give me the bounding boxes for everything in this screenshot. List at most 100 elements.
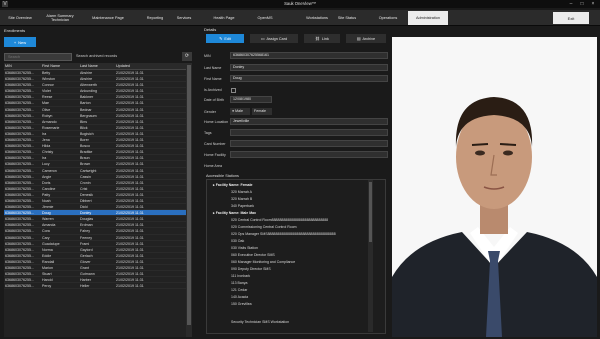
tree-item[interactable]: Security Technician SMS Workstation — [231, 320, 289, 324]
tree-item[interactable]: 111 Ironbark — [231, 274, 250, 278]
exit-button[interactable]: Exit — [553, 12, 589, 24]
is-archived-checkbox[interactable] — [231, 88, 236, 93]
gender-female-radio[interactable]: Female — [252, 108, 272, 115]
cell-min: 6368603076255... — [5, 89, 34, 94]
cell-updated: 21/02/2019 11:31 — [116, 125, 144, 130]
cell-updated: 21/02/2019 11:31 — [116, 247, 144, 252]
tree-item[interactable]: 030 Oak — [231, 239, 244, 243]
cell-first-name: Amanda — [42, 223, 56, 228]
dob-field[interactable]: 12/08/1980 — [230, 96, 272, 103]
cell-updated: 21/02/2019 11:31 — [116, 253, 144, 258]
window-title: Sauk OneView™ — [284, 1, 316, 6]
tab-administration[interactable]: Administration — [408, 11, 448, 25]
tab-reporting[interactable]: Reporting — [136, 11, 174, 25]
tree-item[interactable]: 020 Central Control Room8888888888888888… — [231, 218, 328, 222]
tab-alarm-summary[interactable]: Alarm Summary Technician — [40, 11, 80, 25]
tab-maintenance[interactable]: Maintenance Page — [82, 11, 134, 25]
gender-male-radio[interactable]: ● Male — [230, 108, 250, 115]
min-field[interactable]: 636860307625568161 — [230, 52, 388, 59]
cell-updated: 21/02/2019 11:31 — [116, 259, 144, 264]
tree-item[interactable]: 060 Executive Director SMS — [231, 253, 275, 257]
first-name-label: First Name — [204, 77, 222, 81]
tree-item[interactable]: 113 Banya — [231, 281, 247, 285]
cell-updated: 21/02/2019 11:31 — [116, 101, 144, 106]
tree-group-male-max[interactable]: ▸ Facility Name: Male Max — [213, 211, 256, 215]
last-name-field[interactable]: Donley — [230, 64, 388, 71]
table-row[interactable]: 6368603076255... Percy Heller 21/02/2019 11… — [4, 283, 186, 290]
column-header-last-name[interactable]: Last Name — [79, 63, 115, 69]
tab-openms[interactable]: OpenMS — [252, 11, 278, 25]
tree-item[interactable]: 121 Cedar — [231, 288, 247, 292]
cell-first-name: Stuart — [42, 272, 52, 277]
close-icon[interactable]: × — [588, 0, 598, 8]
search-input[interactable] — [4, 53, 72, 61]
table-scrollbar[interactable] — [186, 63, 192, 337]
cell-last-name: Frami — [80, 241, 90, 246]
tab-operations[interactable]: Operations — [368, 11, 408, 25]
cell-updated: 21/02/2019 11:31 — [116, 180, 144, 185]
tree-item[interactable]: 020 Commissioning Central Control Room — [231, 225, 297, 229]
column-header-min[interactable]: MIN — [4, 63, 41, 69]
tab-site-status[interactable]: Site Status — [328, 11, 366, 25]
tree-item[interactable]: 320 Marrah B — [231, 197, 252, 201]
archive-button[interactable]: ▤ Archive — [346, 34, 386, 43]
cell-min: 6368603076255... — [5, 284, 34, 289]
home-facility-field[interactable] — [230, 151, 388, 158]
cell-last-name: Bergnaum — [80, 113, 97, 118]
maximize-icon[interactable]: □ — [577, 0, 587, 8]
cell-updated: 21/02/2019 11:31 — [116, 131, 144, 136]
assign-card-button[interactable]: ▭ Assign Card — [250, 34, 298, 43]
cell-last-name: Donley — [80, 211, 92, 216]
accessible-stations-header: Accessible Stations — [206, 174, 239, 178]
tree-group-label: Facility Name: Female — [215, 183, 253, 187]
search-archived-toggle[interactable]: Search archived records — [76, 54, 117, 58]
cell-updated: 21/02/2019 11:31 — [116, 168, 144, 173]
tree-item[interactable]: 060 Manager Monitoring and Compliance — [231, 260, 295, 264]
cell-last-name: Erdman — [80, 223, 93, 228]
tree-item[interactable]: 320 Marrah A — [231, 190, 252, 194]
cell-min: 6368603076255... — [5, 138, 34, 143]
column-header-first-name[interactable]: First Name — [41, 63, 79, 69]
cell-first-name: Patty — [42, 192, 51, 197]
home-location-field[interactable]: Jewellville — [230, 118, 388, 125]
cell-first-name: Olive — [42, 107, 51, 112]
cell-min: 6368603076255... — [5, 211, 34, 216]
cell-last-name: Crist — [80, 186, 88, 191]
dob-label: Date of Birth — [204, 98, 224, 102]
tree-item[interactable]: 020 Ops Manager SMS888888888888888888888… — [231, 232, 336, 236]
tree-item[interactable]: 030 Visits Station — [231, 246, 258, 250]
link-button[interactable]: ⛓ Link — [304, 34, 340, 43]
cell-last-name: Dibbert — [80, 198, 92, 203]
new-enrollment-button[interactable]: + New — [4, 37, 36, 47]
tab-services[interactable]: Services — [174, 11, 194, 25]
edit-button[interactable]: ✎ Edit — [206, 34, 244, 43]
tree-item[interactable]: 140 Acacia — [231, 295, 248, 299]
cell-first-name: Connor — [42, 83, 54, 88]
cell-first-name: Norma — [42, 247, 53, 252]
scrollbar-thumb[interactable] — [187, 65, 191, 325]
card-icon: ▭ — [260, 37, 265, 41]
tree-item[interactable]: 090 Deputy Director SMS — [231, 267, 271, 271]
cell-min: 6368603076255... — [5, 144, 34, 149]
refresh-icon[interactable]: ⟳ — [182, 52, 192, 61]
stations-scrollbar[interactable] — [368, 180, 373, 332]
cell-first-name: Percy — [42, 284, 52, 289]
archive-button-label: Archive — [362, 36, 376, 41]
scrollbar-thumb[interactable] — [369, 182, 372, 242]
column-header-updated[interactable]: Updated — [115, 63, 185, 69]
tab-health-page[interactable]: Health Page — [198, 11, 250, 25]
card-number-field[interactable] — [230, 140, 388, 147]
tags-field[interactable] — [230, 129, 388, 136]
first-name-field[interactable]: Doug — [230, 75, 388, 82]
minimize-icon[interactable]: – — [566, 0, 576, 8]
cell-first-name: Noah — [42, 198, 51, 203]
tab-site-overview[interactable]: Site Overview — [2, 11, 38, 25]
tree-item[interactable]: 150 Grevillea — [231, 302, 252, 306]
cell-last-name: Barton — [80, 101, 91, 106]
cell-last-name: Cassin — [80, 174, 91, 179]
cell-updated: 21/02/2019 11:31 — [116, 217, 144, 222]
tree-group-female[interactable]: ▸ Facility Name: Female — [213, 183, 253, 187]
cell-updated: 21/02/2019 11:31 — [116, 272, 144, 277]
tree-item[interactable]: 340 Paperbark — [231, 204, 254, 208]
cell-last-name: Fahey — [80, 229, 90, 234]
